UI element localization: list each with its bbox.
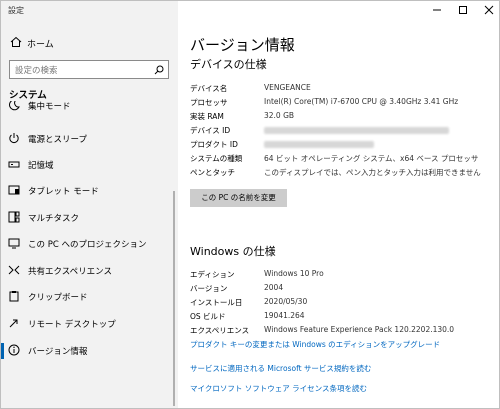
spec-row-version: バージョン 2004 xyxy=(190,283,495,296)
sidebar-item-label: 電源とスリープ xyxy=(28,135,87,145)
projection-icon xyxy=(8,238,20,249)
spec-row-processor: プロセッサ Intel(R) Core(TM) i7-6700 CPU @ 3.… xyxy=(190,97,495,110)
share-icon xyxy=(8,265,20,275)
spec-row-experience: エクスペリエンス Windows Feature Experience Pack… xyxy=(190,325,495,338)
license-terms-link[interactable]: マイクロソフト ソフトウェア ライセンス条項を読む xyxy=(190,383,367,394)
spec-value: Windows 10 Pro xyxy=(264,269,324,278)
clipboard-icon xyxy=(9,291,19,302)
spec-value: 19041.264 xyxy=(264,311,305,320)
spec-key: 実装 RAM xyxy=(190,112,224,121)
app-title: 設定 xyxy=(8,6,24,15)
redacted-value xyxy=(264,139,374,148)
power-icon xyxy=(9,133,19,143)
spec-key: OS ビルド xyxy=(190,312,226,321)
multitask-icon xyxy=(8,211,20,223)
sidebar-item-label: バージョン情報 xyxy=(28,347,88,357)
spec-value: Windows Feature Experience Pack 120.2202… xyxy=(264,325,455,334)
sidebar: 設定 ホーム 設定の検索 システム 集中モード 電源とスリープ 記憶域 タブレッ… xyxy=(1,1,178,408)
upgrade-edition-link[interactable]: プロダクト キーの変更または Windows のエディションをアップグレード xyxy=(190,339,440,350)
spec-key: プロダクト ID xyxy=(190,140,238,149)
spec-row-install-date: インストール日 2020/05/30 xyxy=(190,297,495,310)
spec-key: プロセッサ xyxy=(190,98,228,107)
sidebar-item-label: この PC へのプロジェクション xyxy=(28,240,147,250)
spec-row-pen-touch: ペンとタッチ このディスプレイでは、ペン入力とタッチ入力は利用できません xyxy=(190,167,495,180)
page-title: バージョン情報 xyxy=(190,36,295,54)
services-agreement-link[interactable]: サービスに適用される Microsoft サービス規約を読む xyxy=(190,363,371,374)
spec-row-os-build: OS ビルド 19041.264 xyxy=(190,311,495,324)
sidebar-item-label: リモート デスクトップ xyxy=(28,320,116,330)
spec-row-device-name: デバイス名 VENGEANCE xyxy=(190,83,495,96)
spec-key: エディション xyxy=(190,270,235,279)
spec-value: このディスプレイでは、ペン入力とタッチ入力は利用できません xyxy=(264,168,481,177)
spec-key: ペンとタッチ xyxy=(190,168,235,177)
windows-specs-heading: Windows の仕様 xyxy=(190,245,276,258)
spec-row-edition: エディション Windows 10 Pro xyxy=(190,269,495,282)
spec-key: デバイス名 xyxy=(190,84,228,93)
sidebar-item-clipboard[interactable]: クリップボード xyxy=(1,284,178,310)
sidebar-item-storage[interactable]: 記憶域 xyxy=(1,152,178,178)
spec-value: Intel(R) Core(TM) i7-6700 CPU @ 3.40GHz … xyxy=(264,97,459,106)
spec-value: 2020/05/30 xyxy=(264,297,308,306)
sidebar-item-focus-assist[interactable]: 集中モード xyxy=(1,101,178,115)
sidebar-scrollbar[interactable] xyxy=(173,191,175,406)
spec-value: VENGEANCE xyxy=(264,83,311,92)
storage-icon xyxy=(8,161,20,168)
spec-value: 2004 xyxy=(264,283,284,292)
home-label: ホーム xyxy=(27,40,54,50)
device-specs-heading: デバイスの仕様 xyxy=(190,58,267,71)
sidebar-item-projection[interactable]: この PC へのプロジェクション xyxy=(1,231,178,257)
home-icon xyxy=(10,36,22,47)
search-input[interactable]: 設定の検索 xyxy=(9,60,169,79)
spec-key: システムの種類 xyxy=(190,154,243,163)
spec-row-system-type: システムの種類 64 ビット オペレーティング システム、x64 ベース プロセ… xyxy=(190,153,495,166)
spec-key: エクスペリエンス xyxy=(190,326,250,335)
tablet-icon xyxy=(8,185,20,195)
sidebar-item-power[interactable]: 電源とスリープ xyxy=(1,126,178,152)
spec-key: デバイス ID xyxy=(190,126,231,135)
remote-desktop-icon xyxy=(9,319,18,328)
search-icon xyxy=(154,65,164,75)
sidebar-item-shared-experiences[interactable]: 共有エクスペリエンス xyxy=(1,258,178,284)
search-placeholder: 設定の検索 xyxy=(15,66,58,76)
sidebar-item-label: クリップボード xyxy=(28,293,88,303)
spec-row-ram: 実装 RAM 32.0 GB xyxy=(190,111,495,124)
sidebar-item-tablet[interactable]: タブレット モード xyxy=(1,178,178,204)
sidebar-item-label: 集中モード xyxy=(28,102,71,112)
sidebar-item-label: 共有エクスペリエンス xyxy=(28,267,112,277)
main-pane: バージョン情報 デバイスの仕様 デバイス名 VENGEANCE プロセッサ In… xyxy=(178,1,499,408)
info-icon xyxy=(8,344,20,356)
spec-key: インストール日 xyxy=(190,298,243,307)
sidebar-item-remote-desktop[interactable]: リモート デスクトップ xyxy=(1,311,178,337)
rename-pc-button[interactable]: この PC の名前を変更 xyxy=(190,189,287,207)
spec-value: 64 ビット オペレーティング システム、x64 ベース プロセッサ xyxy=(264,154,479,163)
sidebar-item-label: マルチタスク xyxy=(28,214,80,224)
settings-window: 設定 ホーム 設定の検索 システム 集中モード 電源とスリープ 記憶域 タブレッ… xyxy=(0,0,500,409)
spec-key: バージョン xyxy=(190,284,228,293)
sidebar-item-home[interactable]: ホーム xyxy=(1,33,178,53)
moon-icon xyxy=(9,101,20,111)
spec-value: 32.0 GB xyxy=(264,111,295,120)
redacted-value xyxy=(264,125,449,134)
sidebar-item-label: 記憶域 xyxy=(28,161,54,171)
selection-indicator xyxy=(1,343,4,359)
sidebar-item-about[interactable]: バージョン情報 xyxy=(1,338,178,364)
spec-row-product-id: プロダクト ID xyxy=(190,139,495,152)
spec-row-device-id: デバイス ID xyxy=(190,125,495,138)
sidebar-item-multitask[interactable]: マルチタスク xyxy=(1,205,178,231)
sidebar-item-label: タブレット モード xyxy=(28,187,99,197)
section-label: システム xyxy=(9,90,47,101)
